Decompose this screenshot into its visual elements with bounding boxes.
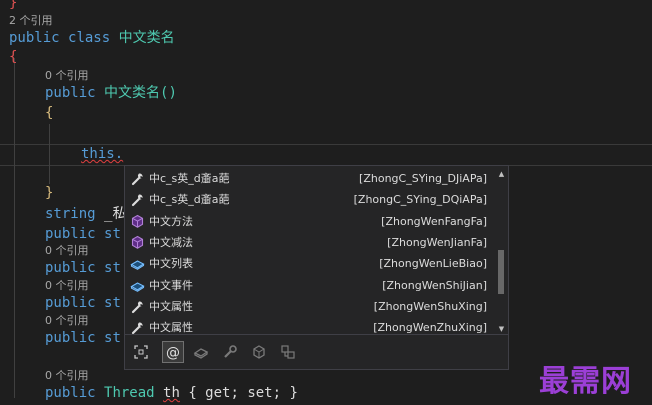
reference-count[interactable]: 0 个引用 — [45, 242, 89, 258]
method-cube-icon — [130, 214, 145, 229]
namespace-filter-icon[interactable] — [278, 342, 298, 362]
reference-count[interactable]: 0 个引用 — [45, 367, 89, 383]
filter-bar: @ — [125, 334, 508, 369]
completion-item[interactable]: 中文事件 [ZhongWenShiJian] — [125, 275, 495, 296]
indent-guide — [49, 124, 50, 184]
property-declaration: public st — [45, 295, 121, 311]
field-declaration: string _私 — [45, 206, 127, 222]
completion-item-name: 中文列表 — [149, 257, 193, 271]
reference-count[interactable]: 2 个引用 — [9, 12, 53, 28]
completion-item-name: 中c_s英_d齑a葩 — [149, 193, 230, 207]
class-open-brace: { — [9, 49, 18, 65]
reference-count[interactable]: 0 个引用 — [45, 67, 89, 83]
completion-item-pinyin: [ZhongWenShiJian] — [382, 278, 487, 292]
scroll-down-icon[interactable]: ▼ — [497, 325, 506, 334]
field-icon — [130, 256, 145, 271]
completion-item[interactable]: 中文属性 [ZhongWenShuXing] — [125, 296, 495, 317]
completion-item-name: 中c_s英_d齑a葩 — [149, 172, 230, 185]
completion-item-pinyin: [ZhongWenLieBiao] — [379, 257, 487, 271]
property-declaration: public st — [45, 330, 121, 346]
watermark-logo: 最需网 — [539, 364, 632, 399]
at-sign-icon[interactable]: @ — [162, 341, 184, 363]
scroll-thumb[interactable] — [498, 250, 504, 294]
completion-item-name: 中文属性 — [149, 299, 193, 313]
completion-item[interactable]: 中文方法 [ZhongWenFangFa] — [125, 211, 495, 232]
scrollbar[interactable]: ▲ ▼ — [497, 168, 506, 334]
completion-item-name: 中文方法 — [149, 214, 193, 228]
reference-count[interactable]: 0 个引用 — [45, 312, 89, 328]
field-filter-icon[interactable] — [191, 342, 211, 362]
method-filter-icon[interactable] — [249, 342, 269, 362]
property-declaration: public st — [45, 260, 121, 276]
constructor-open-brace: { — [45, 105, 54, 121]
svg-text:@: @ — [166, 345, 180, 361]
indent-guide — [14, 58, 15, 398]
wrench-icon — [130, 171, 145, 186]
property-filter-icon[interactable] — [220, 342, 240, 362]
wrench-icon — [130, 299, 145, 314]
completion-item-pinyin: [ZhongWenJianFa] — [387, 235, 487, 249]
completion-item-pinyin: [ZhongC_SYing_DQiAPa] — [353, 193, 487, 207]
this-expression[interactable]: this. — [81, 145, 123, 163]
completion-item[interactable]: 中文减法 [ZhongWenJianFa] — [125, 232, 495, 253]
constructor-declaration: public 中文类名() — [45, 85, 177, 101]
class-declaration: public class 中文类名 — [9, 30, 175, 46]
method-cube-icon — [130, 235, 145, 250]
completion-item[interactable]: 中文列表 [ZhongWenLieBiao] — [125, 253, 495, 274]
completion-item-name: 中文事件 — [149, 278, 193, 292]
completion-item[interactable]: 中c_s英_d齑a葩 [ZhongC_SYing_DQiAPa] — [125, 189, 495, 210]
closing-brace: } — [9, 0, 18, 11]
property-declaration: public st — [45, 226, 121, 242]
wrench-icon — [130, 320, 145, 335]
field-icon — [130, 278, 145, 293]
intellisense-popup[interactable]: 中c_s英_d齑a葩 [ZhongC_SYing_DJiAPa] 中c_s英_d齑a… — [124, 165, 509, 370]
completion-item-pinyin: [ZhongWenShuXing] — [373, 299, 487, 313]
thread-property: public Thread th { get; set; } — [45, 385, 298, 401]
wrench-icon — [130, 192, 145, 207]
scroll-up-icon[interactable]: ▲ — [497, 170, 506, 179]
expand-icon[interactable] — [131, 342, 151, 362]
reference-count[interactable]: 0 个引用 — [45, 277, 89, 293]
completion-item[interactable]: 中c_s英_d齑a葩 [ZhongC_SYing_DJiAPa] — [125, 168, 495, 189]
completion-item-pinyin: [ZhongC_SYing_DJiAPa] — [359, 172, 487, 185]
constructor-close-brace: } — [45, 185, 54, 201]
completion-item-name: 中文减法 — [149, 235, 193, 249]
completion-item-pinyin: [ZhongWenFangFa] — [381, 214, 487, 228]
